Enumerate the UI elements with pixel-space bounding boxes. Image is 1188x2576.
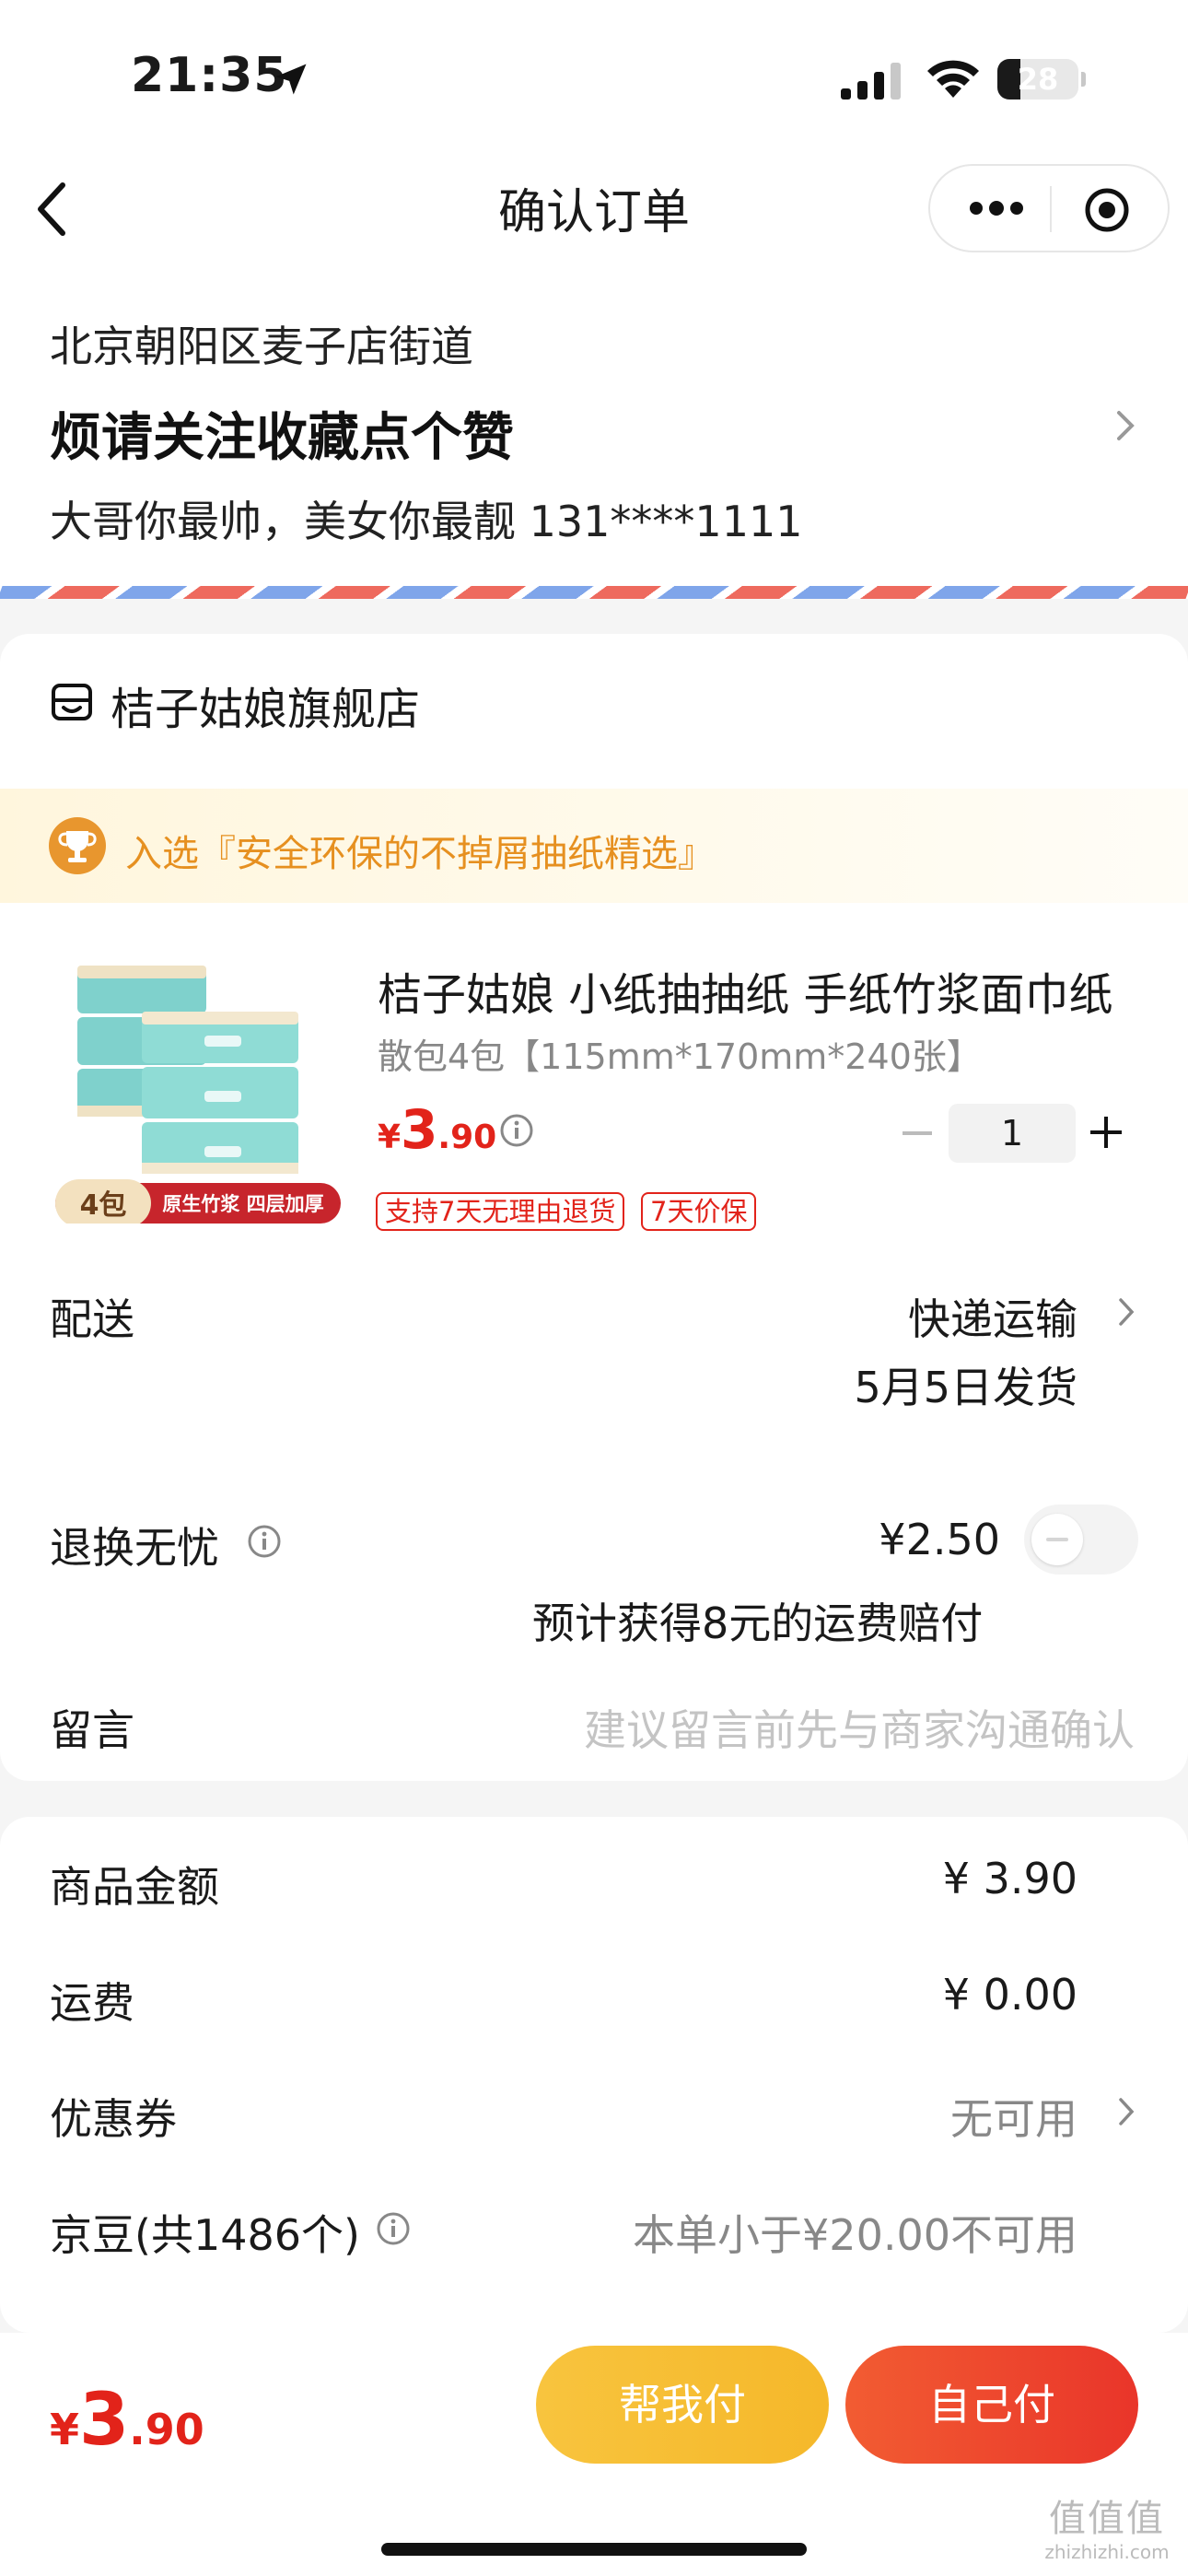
status-time: 21:35 [131, 48, 288, 103]
coupon-label: 优惠券 [50, 2094, 177, 2144]
pay-self-button[interactable]: 自己付 [845, 2346, 1138, 2464]
delivery-label: 配送 [50, 1294, 134, 1344]
return-insurance-toggle[interactable] [1024, 1505, 1138, 1575]
mini-program-capsule [928, 164, 1170, 252]
location-arrow-icon [275, 64, 307, 95]
watermark-url: zhizhizhi.com [1044, 2541, 1170, 2563]
delivery-method[interactable]: 快递运输 [908, 1286, 1077, 1347]
coupon-value[interactable]: 无可用 [950, 2086, 1077, 2147]
award-text: 入选『安全环保的不掉屑抽纸精选』 [125, 833, 715, 875]
chevron-right-icon [1117, 411, 1135, 440]
nav-bar: 确认订单 [0, 157, 1188, 295]
watermark: 值值值 zhizhizhi.com [1033, 2497, 1181, 2563]
address-detail: 烦请关注收藏点个赞 [50, 408, 514, 468]
product-badge-text: 原生竹浆 四层加厚 [162, 1193, 323, 1215]
delivery-date: 5月5日发货 [854, 1363, 1077, 1412]
battery-level: 28 [1017, 62, 1059, 97]
product-badge-count: 4包 [80, 1189, 127, 1222]
product-title[interactable]: 桔子姑娘 小纸抽抽纸 手纸竹浆面巾纸 [378, 958, 1124, 1023]
address-card[interactable]: 北京朝阳区麦子店街道 烦请关注收藏点个赞 大哥你最帅，美女你最靓 131****… [0, 295, 1188, 599]
return-note: 预计获得8元的运费赔付 [532, 1598, 984, 1648]
product-spec[interactable]: 散包4包【115mm*170mm*240张】 [378, 1028, 982, 1079]
cellular-signal-icon [841, 63, 901, 100]
checkout-bar: ¥3.90 帮我付 自己付 值值值 zhizhizhi.com [0, 2333, 1188, 2576]
shipping-label: 运费 [50, 1978, 134, 2028]
envelope-border-strip [0, 586, 1188, 599]
return-label: 退换无忧 [50, 1523, 219, 1573]
message-label: 留言 [50, 1705, 134, 1755]
watermark-logo: 值值值 [1049, 2498, 1165, 2540]
store-order-card: 桔子姑娘旗舰店 入选『安全环保的不掉屑抽纸精选』 4包 原生竹浆 四层加厚 桔子… [0, 634, 1188, 1781]
total-price: ¥3.90 [50, 2379, 204, 2462]
return-price: ¥2.50 [879, 1515, 1000, 1564]
address-region: 北京朝阳区麦子店街道 [50, 322, 473, 371]
delivery-chevron-icon [1119, 1298, 1135, 1326]
status-bar: 21:35 28 [0, 0, 1188, 157]
price-info-icon[interactable] [499, 1113, 534, 1148]
shipping-value: ¥ 0.00 [942, 1970, 1077, 2020]
jd-beans-label: 京豆(共1486个) [50, 2210, 360, 2260]
tag-price-protection: 7天价保 [641, 1192, 757, 1231]
quantity-increase-button[interactable] [1089, 1115, 1124, 1150]
tag-7day-return: 支持7天无理由退货 [376, 1192, 625, 1231]
quantity-decrease-button[interactable] [901, 1117, 934, 1150]
trophy-icon [49, 817, 106, 874]
home-indicator [381, 2543, 807, 2556]
goods-amount-value: ¥ 3.90 [942, 1854, 1077, 1903]
award-banner[interactable]: 入选『安全环保的不掉屑抽纸精选』 [0, 789, 1188, 903]
target-close-icon[interactable] [1083, 186, 1131, 234]
store-icon [52, 684, 92, 720]
more-dots-icon[interactable] [967, 193, 1026, 223]
message-input[interactable]: 建议留言前先与商家沟通确认 [584, 1697, 1135, 1758]
store-name[interactable]: 桔子姑娘旗舰店 [111, 673, 420, 737]
address-contact: 大哥你最帅，美女你最靓 131****1111 [50, 497, 803, 546]
goods-amount-label: 商品金额 [50, 1862, 219, 1912]
capsule-divider [1050, 186, 1052, 232]
product-price: ¥3.90 [378, 1098, 497, 1161]
battery-icon: 28 [997, 59, 1086, 100]
product-image[interactable]: 4包 原生竹浆 四层加厚 [50, 947, 341, 1224]
quantity-value[interactable]: 1 [949, 1104, 1076, 1163]
coupon-chevron-icon [1119, 2098, 1135, 2125]
wifi-icon [927, 60, 979, 98]
ask-friend-pay-button[interactable]: 帮我付 [536, 2346, 829, 2464]
return-info-icon[interactable] [247, 1524, 282, 1559]
jd-beans-value: 本单小于¥20.00不可用 [633, 2210, 1077, 2260]
price-summary-card: 商品金额 ¥ 3.90 运费 ¥ 0.00 优惠券 无可用 京豆(共1486个)… [0, 1817, 1188, 2333]
jd-beans-info-icon[interactable] [376, 2211, 411, 2246]
